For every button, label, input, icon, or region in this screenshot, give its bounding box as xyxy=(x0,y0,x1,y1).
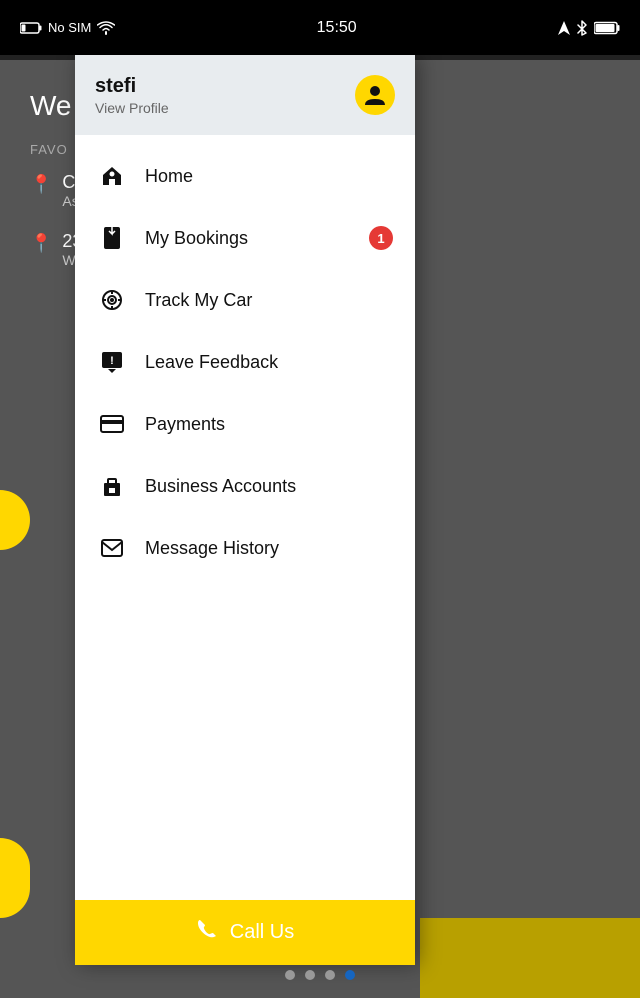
message-label: Message History xyxy=(145,538,279,559)
no-sim-label: No SIM xyxy=(48,20,91,35)
menu-item-leave-feedback[interactable]: ! Leave Feedback xyxy=(75,331,415,393)
menu-item-payments[interactable]: Payments xyxy=(75,393,415,455)
bookings-badge: 1 xyxy=(369,226,393,250)
avatar xyxy=(355,75,395,115)
status-left: No SIM xyxy=(20,20,115,35)
page-dot-0 xyxy=(285,970,295,980)
payments-label: Payments xyxy=(145,414,225,435)
location-arrow-icon xyxy=(558,21,570,35)
svg-text:!: ! xyxy=(110,355,114,367)
navigation-drawer: stefi View Profile Home xyxy=(75,55,415,965)
status-bar: No SIM 15:50 xyxy=(0,0,640,55)
profile-text: stefi View Profile xyxy=(95,75,169,116)
yellow-accent-bottom-right xyxy=(420,918,640,998)
track-car-label: Track My Car xyxy=(145,290,252,311)
username: stefi xyxy=(95,75,169,98)
call-us-label: Call Us xyxy=(230,921,294,944)
page-dot-3 xyxy=(345,970,355,980)
menu-item-business-accounts[interactable]: Business Accounts xyxy=(75,455,415,517)
page-dot-2 xyxy=(325,970,335,980)
business-label: Business Accounts xyxy=(145,476,296,497)
profile-section[interactable]: stefi View Profile xyxy=(75,55,415,135)
view-profile-link[interactable]: View Profile xyxy=(95,100,169,116)
business-icon xyxy=(97,471,127,501)
feedback-icon: ! xyxy=(97,347,127,377)
bookings-label: My Bookings xyxy=(145,228,248,249)
status-right xyxy=(558,20,620,36)
call-us-button[interactable]: Call Us xyxy=(75,900,415,965)
track-car-icon xyxy=(97,285,127,315)
status-time: 15:50 xyxy=(317,19,357,37)
wifi-icon xyxy=(97,21,115,35)
home-icon xyxy=(97,161,127,191)
battery-icon-left xyxy=(20,22,42,34)
menu-item-my-bookings[interactable]: My Bookings 1 xyxy=(75,207,415,269)
menu-list: Home My Bookings 1 xyxy=(75,135,415,900)
location-pin-icon-2: 📍 xyxy=(30,233,52,254)
location-pin-icon-1: 📍 xyxy=(30,174,52,195)
bookings-icon xyxy=(97,223,127,253)
bluetooth-icon xyxy=(576,20,588,36)
menu-item-track-my-car[interactable]: Track My Car xyxy=(75,269,415,331)
page-dots xyxy=(285,970,355,980)
menu-item-message-history[interactable]: Message History xyxy=(75,517,415,579)
message-icon xyxy=(97,533,127,563)
home-label: Home xyxy=(145,166,193,187)
phone-icon xyxy=(196,919,218,947)
feedback-label: Leave Feedback xyxy=(145,352,278,373)
battery-icon-right xyxy=(594,21,620,35)
payments-icon xyxy=(97,409,127,439)
page-dot-1 xyxy=(305,970,315,980)
menu-item-home[interactable]: Home xyxy=(75,145,415,207)
